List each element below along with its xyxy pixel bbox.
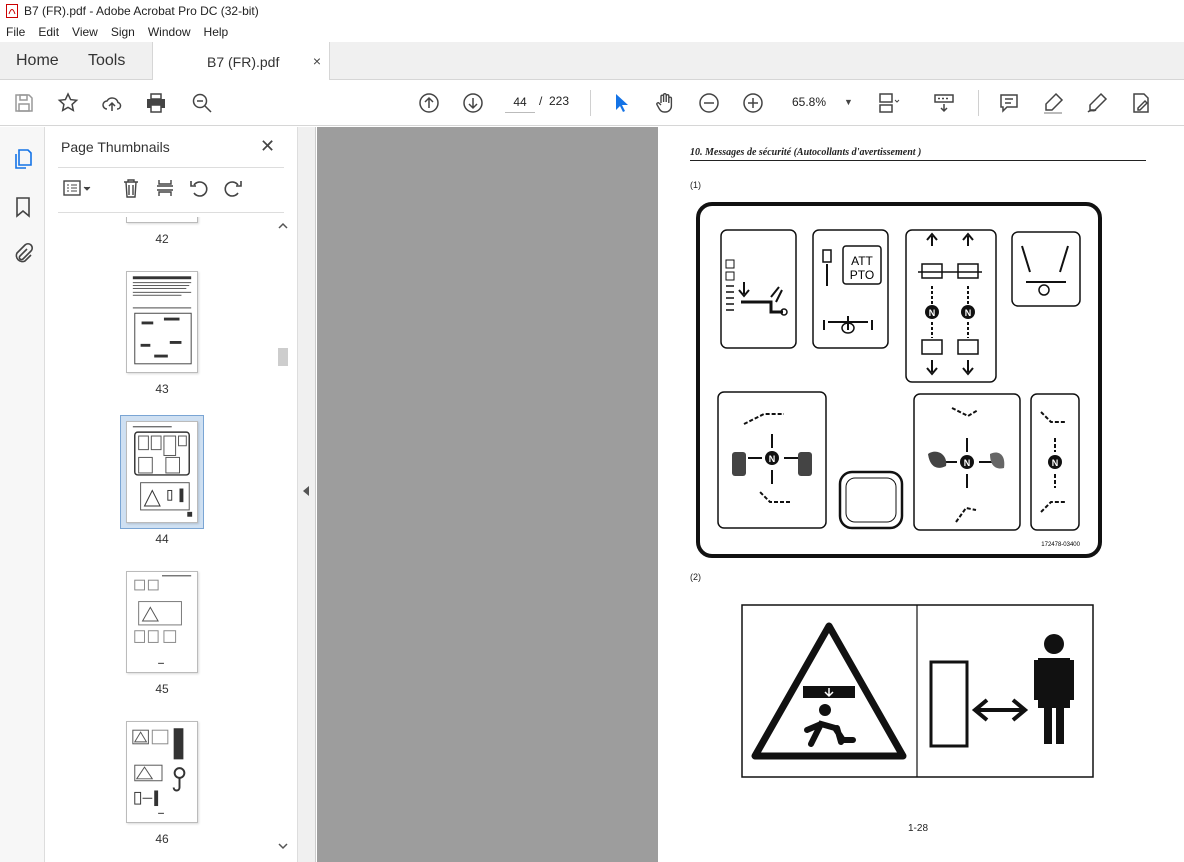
page-thumbnails-icon[interactable]: [11, 147, 35, 171]
thumbnail-label: 42: [155, 232, 169, 246]
title-bar: B7 (FR).pdf - Adobe Acrobat Pro DC (32-b…: [0, 0, 1184, 22]
thumbnail-label: 44: [155, 532, 169, 546]
zoom-in-icon[interactable]: [741, 91, 765, 115]
sticker-label-1: (1): [690, 180, 701, 190]
scrollbar-thumb[interactable]: [278, 348, 288, 366]
page-thumbnails-panel: Page Thumbnails ✕ 42 43 44 45 46: [46, 127, 298, 862]
svg-text:N: N: [769, 454, 776, 464]
page-separator: /: [539, 94, 543, 108]
panel-divider: [58, 212, 284, 213]
comment-icon[interactable]: [997, 91, 1021, 115]
page-total: 223: [549, 94, 570, 108]
tab-document-label: B7 (FR).pdf: [207, 53, 280, 70]
delete-page-icon[interactable]: [120, 177, 142, 199]
rotate-counterclockwise-icon[interactable]: [188, 177, 210, 199]
menu-bar: File Edit View Sign Window Help: [0, 22, 1184, 42]
svg-text:N: N: [929, 308, 936, 318]
svg-text:N: N: [965, 308, 972, 318]
fill-sign-icon[interactable]: [1085, 91, 1109, 115]
tab-home[interactable]: Home: [16, 42, 59, 80]
zoom-level-value: 65.8%: [792, 95, 827, 109]
page-number-input[interactable]: 44: [505, 91, 535, 113]
zoom-out-icon[interactable]: [697, 91, 721, 115]
thumbnail-page[interactable]: [126, 571, 198, 673]
left-rail: [0, 127, 45, 862]
bookmark-star-icon[interactable]: [56, 91, 80, 115]
chevron-down-icon: ▼: [844, 97, 853, 107]
select-cursor-icon[interactable]: [609, 91, 633, 115]
acrobat-pdf-icon: [6, 4, 18, 18]
thumbnail-label: 43: [155, 382, 169, 396]
upload-cloud-icon[interactable]: [100, 91, 124, 115]
page-fit-icon[interactable]: [876, 91, 900, 115]
svg-text:N: N: [1052, 458, 1059, 468]
tab-tools[interactable]: Tools: [88, 42, 125, 80]
panel-divider: [58, 167, 284, 168]
menu-view[interactable]: View: [72, 25, 98, 39]
tab-bar: Home Tools B7 (FR).pdf ×: [0, 42, 1184, 81]
toolbar-divider: [978, 90, 979, 116]
thumbnail-page[interactable]: [126, 721, 198, 823]
sticker-pto-text: PTO: [850, 268, 874, 282]
close-tab-icon[interactable]: ×: [313, 53, 321, 69]
control-pattern-sticker: ATT PTO N N N N N 172478-03400: [696, 202, 1102, 558]
next-page-icon[interactable]: [461, 91, 485, 115]
collapse-arrow-icon[interactable]: [303, 486, 309, 496]
document-page-number: 1-28: [908, 823, 929, 834]
window-title: B7 (FR).pdf - Adobe Acrobat Pro DC (32-b…: [24, 4, 259, 18]
thumbnail-label: 46: [155, 832, 169, 846]
rotate-clockwise-icon[interactable]: [222, 177, 244, 199]
attachments-paperclip-icon[interactable]: [11, 241, 35, 265]
scroll-up-icon: [278, 222, 288, 229]
document-heading: 10. Messages de sécurité (Autocollants d…: [690, 147, 922, 158]
menu-window[interactable]: Window: [148, 25, 191, 39]
sticker-label-2: (2): [690, 572, 701, 582]
toolbar-divider: [590, 90, 591, 116]
extract-page-icon[interactable]: [154, 177, 176, 199]
crush-hazard-sticker: [741, 604, 1094, 778]
scroll-down-icon: [278, 843, 288, 850]
save-icon[interactable]: [12, 91, 36, 115]
svg-text:N: N: [964, 458, 971, 468]
thumbnail-page[interactable]: [126, 271, 198, 373]
zoom-level-select[interactable]: 65.8% ▼: [786, 92, 856, 112]
close-panel-icon[interactable]: ✕: [260, 136, 275, 157]
previous-page-icon[interactable]: [417, 91, 441, 115]
menu-edit[interactable]: Edit: [38, 25, 59, 39]
thumbnail-scrollbar[interactable]: [276, 218, 290, 858]
thumbnail-page-selected[interactable]: [126, 421, 198, 523]
thumbnail-page[interactable]: [126, 217, 198, 223]
keyboard-tools-icon[interactable]: [932, 91, 956, 115]
highlight-pen-icon[interactable]: [1041, 91, 1065, 115]
menu-help[interactable]: Help: [204, 25, 229, 39]
thumbnail-label: 45: [155, 682, 169, 696]
thumbnail-list: 42 43 44 45 46: [46, 217, 282, 857]
edit-pdf-icon[interactable]: [1129, 91, 1153, 115]
sticker-att-text: ATT: [851, 254, 873, 268]
panel-title: Page Thumbnails: [61, 139, 170, 155]
thumbnail-options-icon[interactable]: [60, 177, 91, 199]
bookmarks-icon[interactable]: [11, 195, 35, 219]
menu-file[interactable]: File: [6, 25, 25, 39]
part-number-text: 172478-03400: [1041, 542, 1080, 548]
tab-document[interactable]: B7 (FR).pdf ×: [152, 42, 330, 81]
heading-rule: [690, 160, 1146, 161]
hand-tool-icon[interactable]: [653, 91, 677, 115]
zoom-search-icon[interactable]: [190, 91, 214, 115]
print-icon[interactable]: [144, 91, 168, 115]
menu-sign[interactable]: Sign: [111, 25, 135, 39]
